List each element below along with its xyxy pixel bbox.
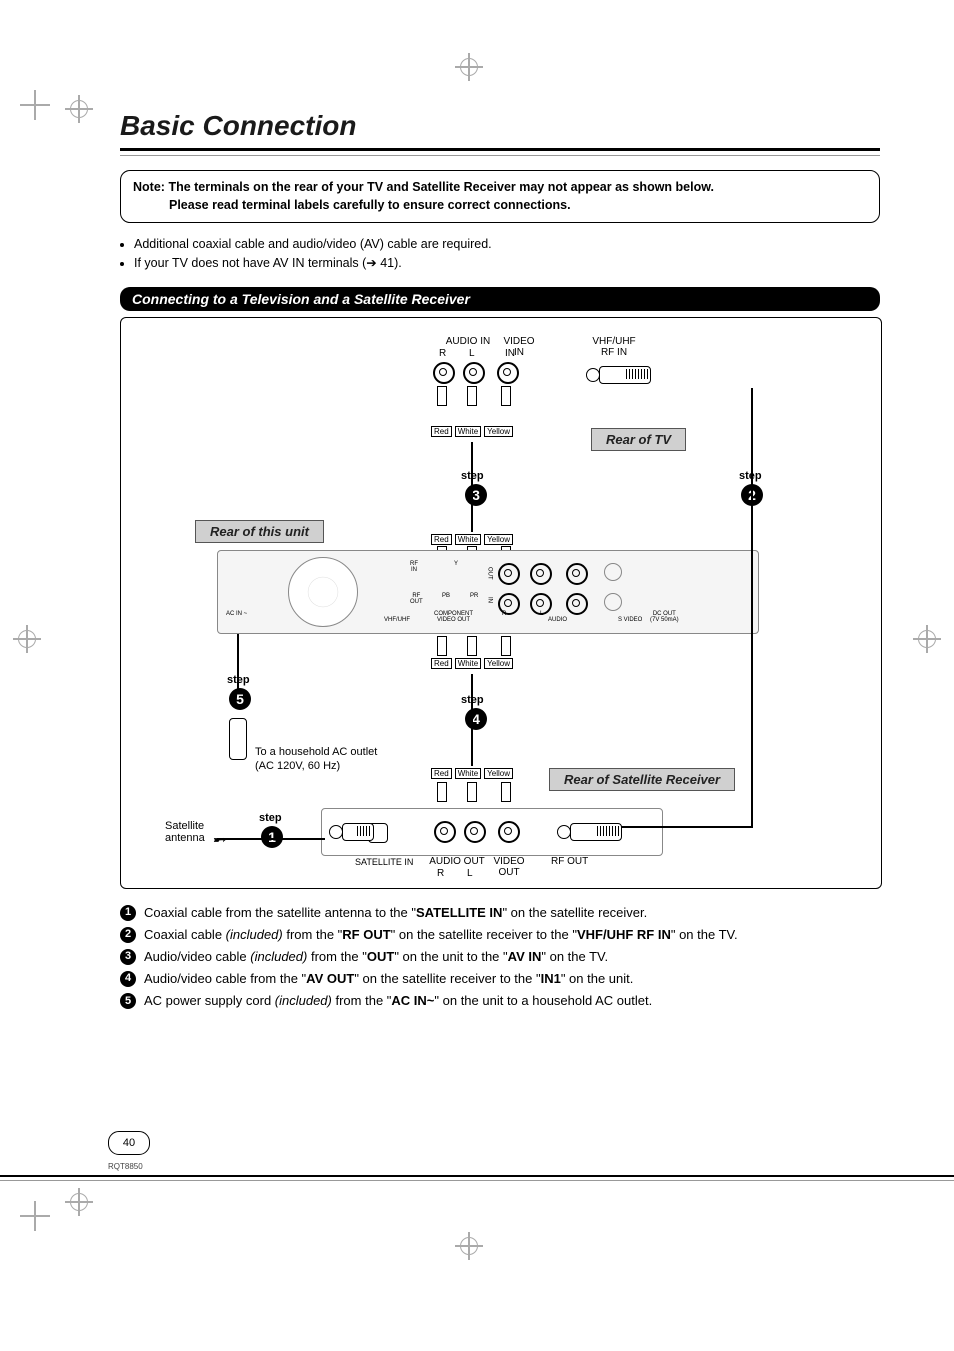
sat-rear-body	[321, 808, 663, 856]
tv-audio-l-jack	[463, 362, 485, 384]
footer-code: RQT8850	[108, 1162, 143, 1171]
video-out-label: VIDEO OUT	[489, 856, 529, 878]
sat-panel-label: Rear of Satellite Receiver	[549, 768, 735, 791]
footer-rule	[0, 1175, 954, 1181]
note-line2: Please read terminal labels carefully to…	[169, 198, 571, 212]
rf-out-label: RF OUT	[551, 856, 588, 867]
unit-rear-body: AC IN ~ VHF/UHF RF IN RF OUT COMPONENT V…	[217, 550, 759, 634]
ac-outlet-1: To a household AC outlet	[255, 746, 435, 758]
step1-bubble: 1	[261, 826, 283, 848]
step-row-2: 2 Coaxial cable (included) from the "RF …	[120, 925, 880, 945]
cable-tag-unit-out: RedWhiteYellow	[431, 534, 513, 545]
tv-l: L	[469, 348, 475, 359]
steps-list: 1 Coaxial cable from the satellite anten…	[120, 903, 880, 1012]
tv-panel-label: Rear of TV	[591, 428, 686, 451]
note-line1: The terminals on the rear of your TV and…	[168, 180, 714, 194]
bullet-1: Additional coaxial cable and audio/video…	[134, 235, 880, 254]
cable-tag-unit-in: RedWhiteYellow	[431, 658, 513, 669]
step-row-5: 5 AC power supply cord (included) from t…	[120, 991, 880, 1011]
ac-outlet-2: (AC 120V, 60 Hz)	[255, 760, 435, 772]
step-row-4: 4 Audio/video cable from the "AV OUT" on…	[120, 969, 880, 989]
page-title: Basic Connection	[120, 110, 880, 142]
step-row-1: 1 Coaxial cable from the satellite anten…	[120, 903, 880, 923]
step-num-4: 4	[120, 971, 136, 987]
audio-in-label: AUDIO IN	[433, 336, 503, 347]
cable-tag-sat: RedWhiteYellow	[431, 768, 513, 779]
step3-bubble: 3	[465, 484, 487, 506]
tv-r: R	[439, 348, 446, 359]
audio-out-label: AUDIO OUT	[427, 856, 487, 867]
connection-diagram: AUDIO IN VIDEO IN R L IN VHF/UHF RF IN R…	[120, 317, 882, 889]
step-num-5: 5	[120, 993, 136, 1009]
satellite-antenna-label: Satellite antenna	[165, 820, 215, 844]
page-number: 40	[108, 1131, 150, 1155]
step-num-2: 2	[120, 927, 136, 943]
tv-in: IN	[505, 348, 515, 359]
step-row-3: 3 Audio/video cable (included) from the …	[120, 947, 880, 967]
cable-tag-tv: RedWhiteYellow	[431, 426, 513, 437]
unit-panel-label: Rear of this unit	[195, 520, 324, 543]
section-heading: Connecting to a Television and a Satelli…	[120, 287, 880, 311]
step1-label: step	[259, 812, 282, 824]
step5-bubble: 5	[229, 688, 251, 710]
title-rule	[120, 148, 880, 151]
tv-audio-r-jack	[433, 362, 455, 384]
bullet-2: If your TV does not have AV IN terminals…	[134, 254, 880, 273]
tv-video-jack	[497, 362, 519, 384]
satellite-in-label: SATELLITE IN	[355, 858, 413, 868]
tv-rf-port	[599, 366, 651, 384]
note-box: Note: The terminals on the rear of your …	[120, 170, 880, 223]
intro-bullets: Additional coaxial cable and audio/video…	[122, 235, 880, 273]
step4-bubble: 4	[465, 708, 487, 730]
step-num-3: 3	[120, 949, 136, 965]
title-thin-rule	[120, 155, 880, 156]
step-num-1: 1	[120, 905, 136, 921]
vhf-uhf-rf-in-label: VHF/UHF RF IN	[579, 336, 649, 358]
note-prefix: Note:	[133, 180, 165, 194]
